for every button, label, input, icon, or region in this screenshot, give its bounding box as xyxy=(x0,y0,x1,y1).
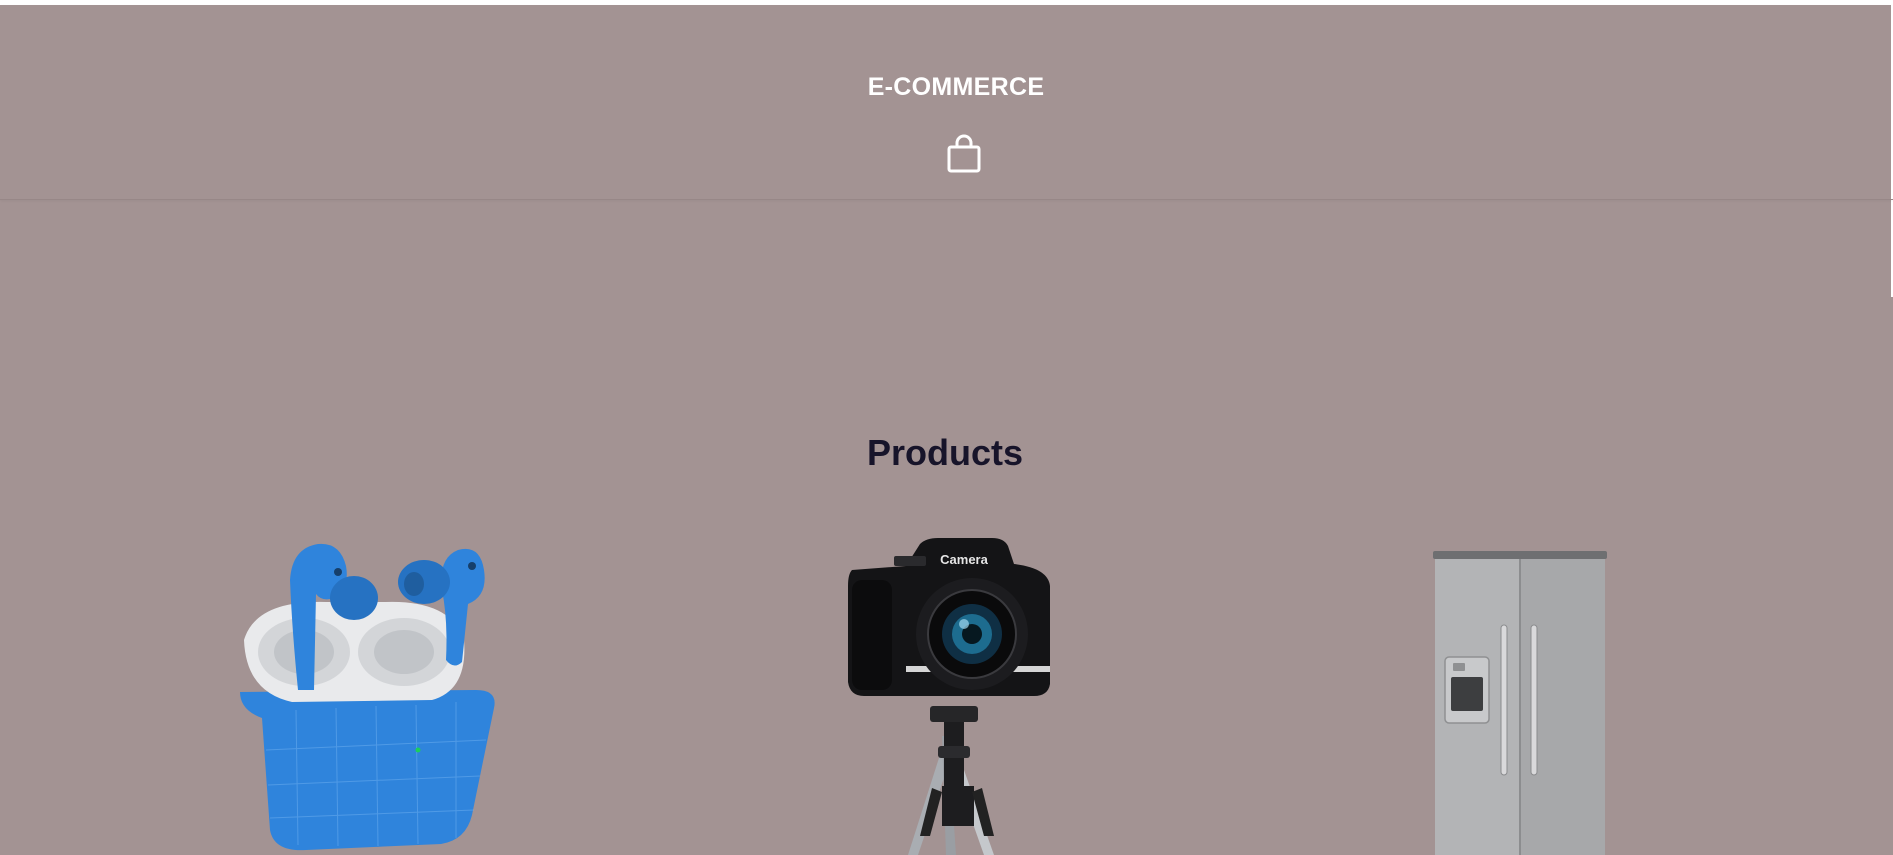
site-header: E-COMMERCE xyxy=(0,5,1893,200)
product-card-camera[interactable]: Camera xyxy=(846,536,1052,855)
refrigerator-image xyxy=(1433,551,1607,855)
brand-logo-text[interactable]: E-COMMERCE xyxy=(0,73,1893,102)
product-card-earbuds[interactable] xyxy=(236,540,496,855)
camera-image: Camera xyxy=(848,538,1050,855)
earbuds-image xyxy=(240,543,495,851)
products-heading: Products xyxy=(866,432,1024,473)
camera-brand-label: Camera xyxy=(940,552,988,567)
product-card-refrigerator[interactable] xyxy=(1433,545,1609,855)
shopping-bag-icon[interactable] xyxy=(947,133,981,173)
